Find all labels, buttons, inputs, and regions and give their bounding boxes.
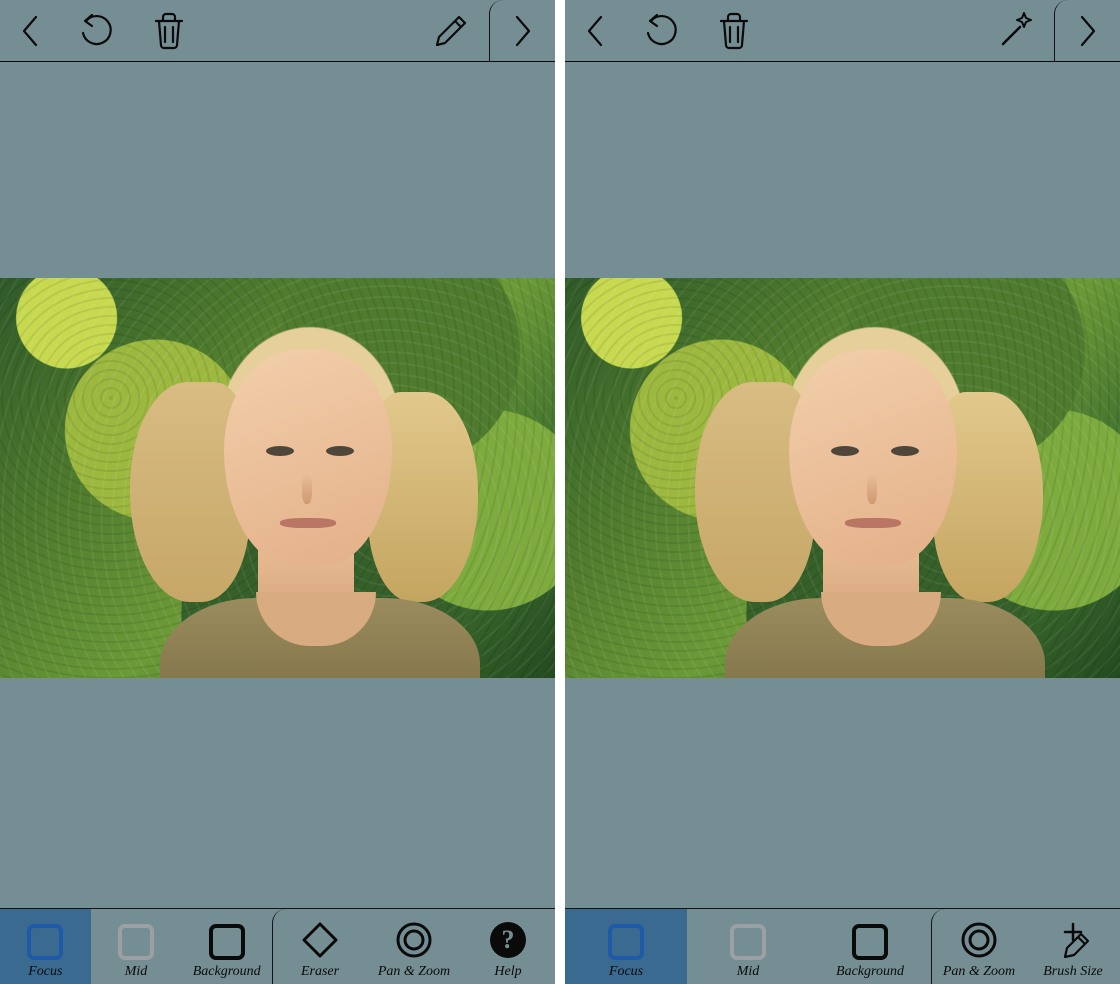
square-icon bbox=[730, 924, 766, 960]
tool-label: Eraser bbox=[301, 964, 339, 980]
tool-group: Eraser Pan & Zoom ? Help bbox=[272, 909, 555, 984]
trash-icon bbox=[717, 11, 751, 51]
phone-right: Focus Mid Background Pan & Zoom bbox=[565, 0, 1120, 984]
undo-icon bbox=[77, 13, 117, 49]
bottom-toolbar: Focus Mid Background Eraser Pa bbox=[0, 908, 555, 984]
tool-label: Brush Size bbox=[1043, 964, 1103, 980]
layer-background[interactable]: Background bbox=[809, 909, 931, 984]
eraser-icon bbox=[300, 920, 340, 960]
back-button[interactable] bbox=[0, 0, 60, 62]
square-icon bbox=[852, 924, 888, 960]
undo-button[interactable] bbox=[60, 0, 134, 62]
layer-mid[interactable]: Mid bbox=[91, 909, 182, 984]
undo-icon bbox=[642, 13, 682, 49]
phone-left: Focus Mid Background Eraser Pa bbox=[0, 0, 555, 984]
target-icon bbox=[394, 920, 434, 960]
tool-label: Pan & Zoom bbox=[943, 964, 1015, 980]
layer-focus[interactable]: Focus bbox=[0, 909, 91, 984]
tool-brushsize[interactable]: Brush Size bbox=[1026, 909, 1120, 984]
layer-group: Focus Mid Background bbox=[0, 909, 272, 984]
svg-text:?: ? bbox=[502, 925, 515, 954]
layer-mid[interactable]: Mid bbox=[687, 909, 809, 984]
square-icon bbox=[118, 924, 154, 960]
trash-icon bbox=[152, 11, 186, 51]
help-icon: ? bbox=[488, 920, 528, 960]
brushsize-icon bbox=[1053, 920, 1093, 960]
layer-background[interactable]: Background bbox=[181, 909, 272, 984]
canvas-area[interactable] bbox=[0, 62, 555, 908]
next-button[interactable] bbox=[1054, 0, 1120, 62]
tool-panzoom[interactable]: Pan & Zoom bbox=[367, 909, 461, 984]
photo bbox=[565, 278, 1120, 678]
edit-button[interactable] bbox=[413, 0, 489, 62]
chevron-left-icon bbox=[583, 13, 607, 49]
delete-button[interactable] bbox=[699, 0, 769, 62]
layer-label: Mid bbox=[125, 964, 148, 980]
back-button[interactable] bbox=[565, 0, 625, 62]
layer-label: Focus bbox=[609, 964, 643, 980]
tool-group: Pan & Zoom Brush Size bbox=[931, 909, 1120, 984]
chevron-right-icon bbox=[1076, 13, 1100, 49]
layer-focus[interactable]: Focus bbox=[565, 909, 687, 984]
chevron-right-icon bbox=[511, 13, 535, 49]
square-icon bbox=[608, 924, 644, 960]
square-icon bbox=[27, 924, 63, 960]
magic-button[interactable] bbox=[978, 0, 1054, 62]
top-toolbar bbox=[565, 0, 1120, 62]
top-toolbar bbox=[0, 0, 555, 62]
tool-help[interactable]: ? Help bbox=[461, 909, 555, 984]
bottom-toolbar: Focus Mid Background Pan & Zoom bbox=[565, 908, 1120, 984]
photo bbox=[0, 278, 555, 678]
target-icon bbox=[959, 920, 999, 960]
canvas-area[interactable] bbox=[565, 62, 1120, 908]
next-button[interactable] bbox=[489, 0, 555, 62]
undo-button[interactable] bbox=[625, 0, 699, 62]
layer-label: Mid bbox=[737, 964, 760, 980]
layer-group: Focus Mid Background bbox=[565, 909, 931, 984]
chevron-left-icon bbox=[18, 13, 42, 49]
layer-label: Background bbox=[193, 964, 261, 980]
pencil-icon bbox=[432, 12, 470, 50]
wand-icon bbox=[995, 10, 1037, 52]
layer-label: Focus bbox=[28, 964, 62, 980]
tool-label: Help bbox=[494, 964, 521, 980]
delete-button[interactable] bbox=[134, 0, 204, 62]
tool-panzoom[interactable]: Pan & Zoom bbox=[932, 909, 1026, 984]
tool-eraser[interactable]: Eraser bbox=[273, 909, 367, 984]
square-icon bbox=[209, 924, 245, 960]
tool-label: Pan & Zoom bbox=[378, 964, 450, 980]
layer-label: Background bbox=[836, 964, 904, 980]
